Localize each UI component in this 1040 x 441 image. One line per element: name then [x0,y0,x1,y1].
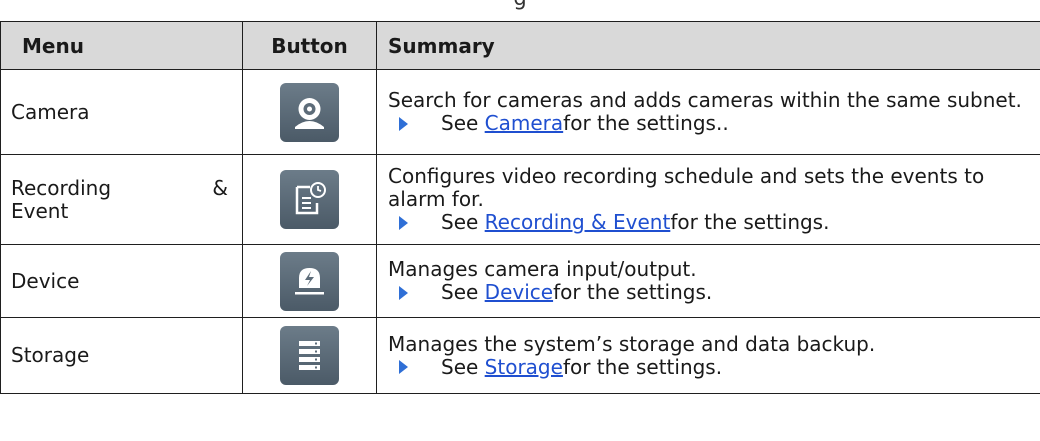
menu-label-amp: & [212,175,228,200]
table-row: Camera Search for cameras and adds camer… [0,69,1040,155]
menu-label-storage: Storage [11,343,90,367]
see-prefix: See [441,111,479,135]
bullet-arrow-icon [399,116,408,131]
summary-cell: Configures video recording schedule and … [376,154,1040,245]
recording-event-link[interactable]: Recording & Event [485,211,671,234]
header-summary: Summary [376,21,1040,70]
storage-link[interactable]: Storage [485,355,563,379]
header-button: Button [242,21,377,70]
see-suffix: for the settings. [553,280,713,304]
menu-cell: Recording & Event [0,154,243,245]
table-row: Storage Manages the system’s storage and… [0,317,1040,394]
menu-label-camera: Camera [11,99,90,124]
menu-label-part1: Recording [11,175,112,200]
bullet-arrow-icon [399,285,408,300]
see-line: See Storage for the settings. [388,354,1040,379]
menu-label-part2: Event [11,198,69,223]
button-cell [242,154,377,245]
summary-text: Search for cameras and adds cameras with… [388,88,1022,112]
see-suffix: for the settings.. [563,111,729,135]
device-icon[interactable] [280,251,339,311]
bullet-arrow-icon [399,215,408,230]
summary-text: Manages camera input/output. [388,257,697,281]
button-cell [242,244,377,318]
see-line: See Recording & Event for the settings. [388,211,1040,234]
summary-text: Manages the system’s storage and data ba… [388,331,876,356]
button-cell [242,317,377,394]
see-prefix: See [441,280,479,304]
bullet-arrow-icon [399,360,408,374]
camera-icon[interactable] [280,82,339,142]
header-menu: Menu [0,21,243,70]
summary-cell: Manages camera input/output. See Device … [376,244,1040,318]
camera-link[interactable]: Camera [485,112,564,135]
see-suffix: for the settings. [562,354,723,379]
menu-table: Menu Button Summary Camera Search for ca [0,21,1040,394]
caption-fragment: g [0,0,1040,10]
table-row: Device Manages camera input/output. See … [0,244,1040,318]
see-suffix: for the settings. [670,210,830,234]
summary-text: Configures video recording schedule and … [388,164,985,211]
menu-cell: Camera [0,69,243,155]
recording-event-icon[interactable] [280,170,339,229]
table-header-row: Menu Button Summary [0,21,1040,70]
table-row: Recording & Event Configures video recor… [0,154,1040,245]
storage-icon[interactable] [280,326,339,385]
menu-label-device: Device [11,268,80,293]
menu-cell: Storage [0,317,243,394]
menu-cell: Device [0,244,243,318]
see-line: See Camera for the settings.. [388,112,1040,135]
device-link[interactable]: Device [485,281,553,304]
button-cell [242,69,377,155]
summary-cell: Search for cameras and adds cameras with… [376,69,1040,155]
see-line: See Device for the settings. [388,281,1040,304]
summary-cell: Manages the system’s storage and data ba… [376,317,1040,394]
menu-label-recording: Recording & [11,175,242,200]
see-prefix: See [441,210,479,234]
see-prefix: See [441,354,479,379]
